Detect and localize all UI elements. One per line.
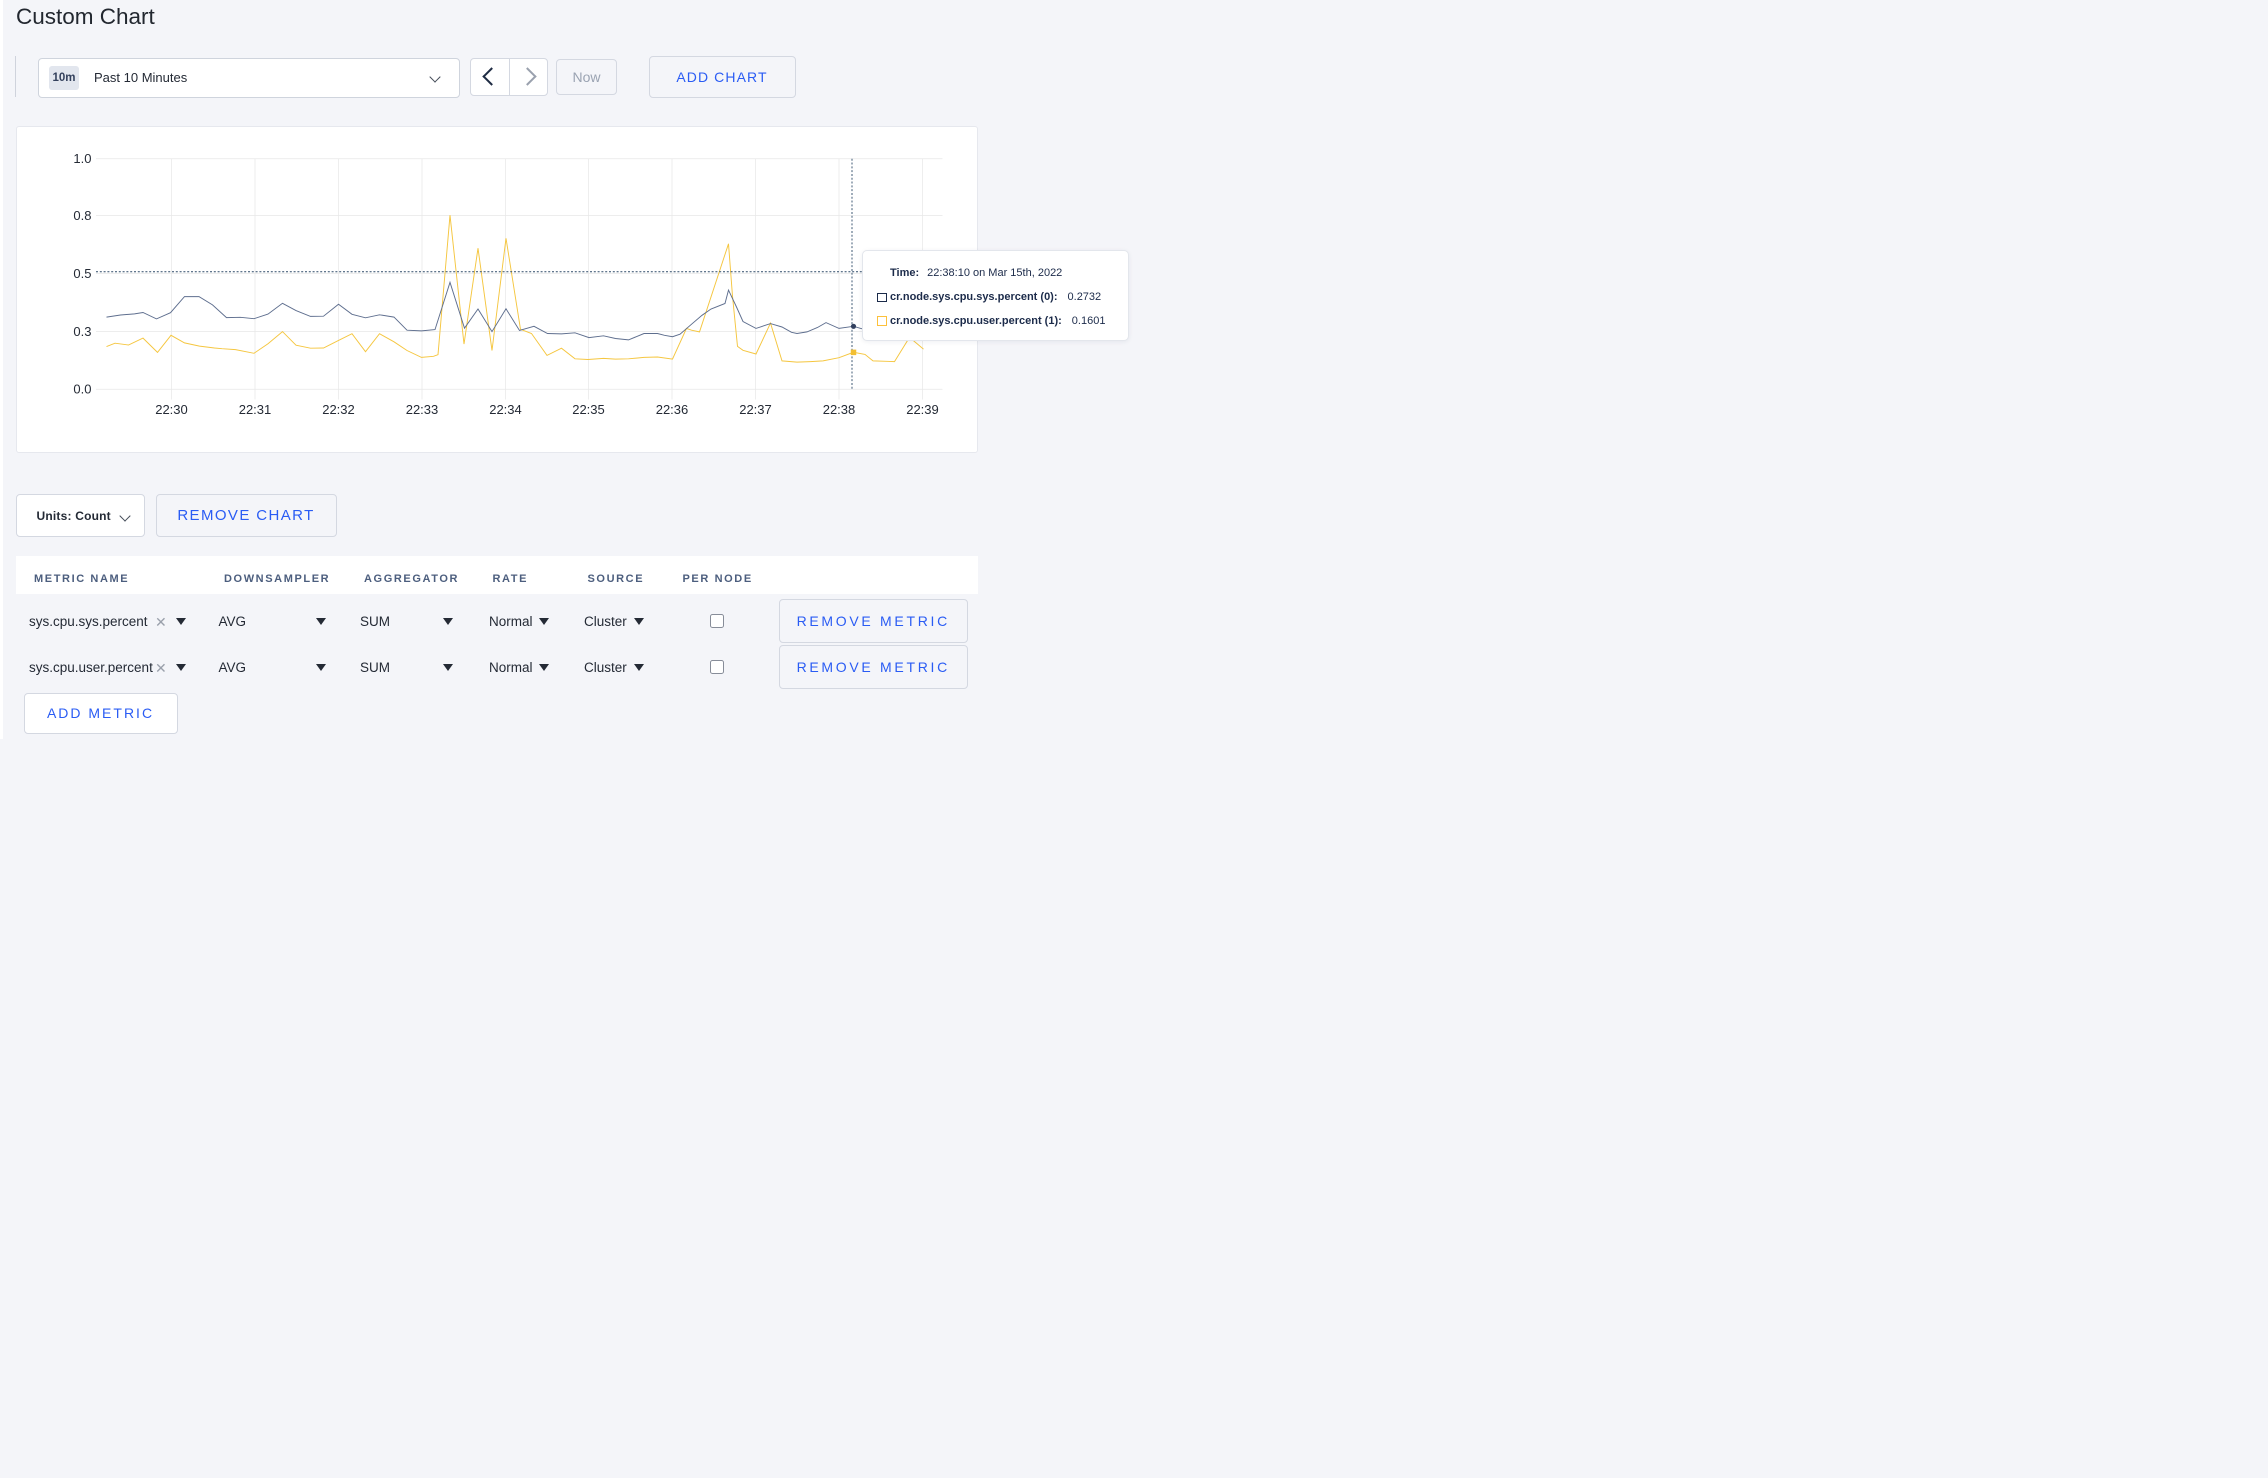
svg-text:22:35: 22:35 [572, 402, 605, 417]
svg-text:22:30: 22:30 [155, 402, 188, 417]
svg-text:22:33: 22:33 [405, 402, 438, 417]
svg-text:22:32: 22:32 [322, 402, 355, 417]
svg-text:22:38: 22:38 [822, 402, 855, 417]
svg-text:0.3: 0.3 [73, 324, 91, 339]
svg-text:0.8: 0.8 [73, 208, 91, 223]
svg-text:22:36: 22:36 [655, 402, 688, 417]
svg-text:0.0: 0.0 [73, 382, 91, 397]
svg-text:22:39: 22:39 [906, 402, 939, 417]
svg-text:22:34: 22:34 [489, 402, 522, 417]
svg-text:1.0: 1.0 [73, 151, 91, 166]
svg-text:22:31: 22:31 [238, 402, 271, 417]
svg-text:22:37: 22:37 [739, 402, 772, 417]
svg-text:0.5: 0.5 [73, 266, 91, 281]
